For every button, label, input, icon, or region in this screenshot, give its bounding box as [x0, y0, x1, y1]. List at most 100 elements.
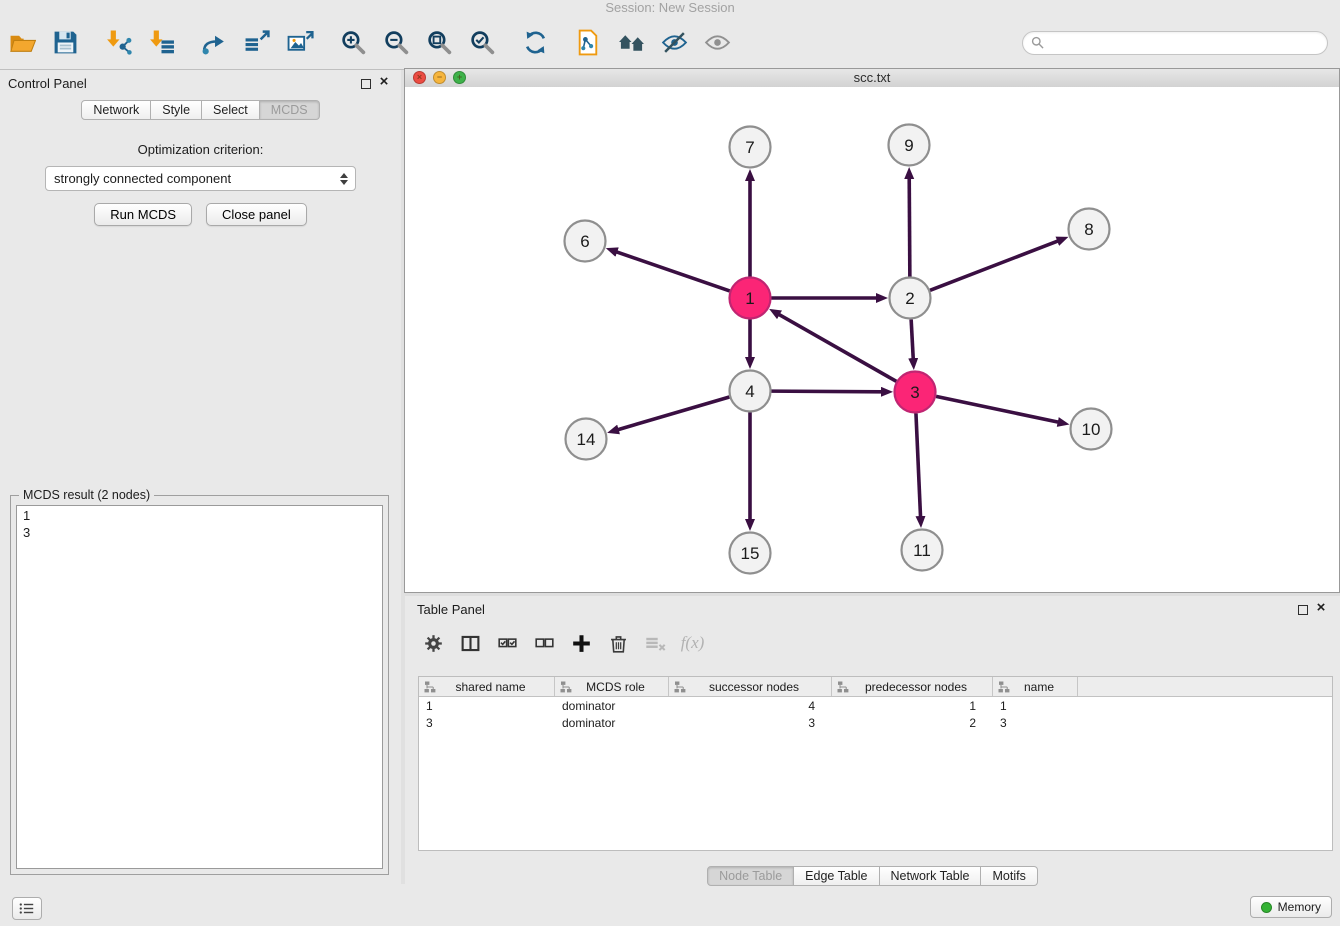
- mcds-result-item[interactable]: 3: [23, 524, 376, 541]
- search-box[interactable]: [1022, 31, 1328, 55]
- table-panel-tabs: Node TableEdge TableNetwork TableMotifs: [405, 866, 1340, 886]
- function-builder-button[interactable]: f(x): [680, 628, 705, 658]
- show-columns-button[interactable]: [458, 628, 483, 658]
- graph-node-6[interactable]: 6: [565, 221, 606, 262]
- graph-edge-2-3[interactable]: [911, 319, 913, 358]
- deselect-all-columns-button[interactable]: [532, 628, 557, 658]
- graph-edge-2-8[interactable]: [930, 241, 1058, 290]
- select-all-columns-button[interactable]: [495, 628, 520, 658]
- tab-style[interactable]: Style: [151, 100, 202, 120]
- save-session-button[interactable]: [47, 21, 84, 65]
- memory-button[interactable]: Memory: [1250, 896, 1332, 918]
- delete-column-button[interactable]: [606, 628, 631, 658]
- search-input[interactable]: [1049, 35, 1319, 51]
- show-view-button[interactable]: [699, 21, 736, 65]
- graph-node-1[interactable]: 1: [730, 278, 771, 319]
- home-view-button[interactable]: [613, 21, 650, 65]
- plus-icon: [571, 633, 592, 654]
- zoom-in-icon: [340, 29, 367, 56]
- graph-edge-4-14[interactable]: [618, 397, 729, 430]
- network-canvas-svg: 7 9 6 8 1 2 4 3 14 10 15 11: [405, 87, 1338, 592]
- open-session-button[interactable]: [4, 21, 41, 65]
- network-window: ×−+ scc.txt 7 9 6 8 1 2 4 3 14 10 15 11: [404, 68, 1340, 593]
- gear-icon: [423, 633, 444, 654]
- graph-node-15[interactable]: 15: [730, 533, 771, 574]
- control-panel-title: Control Panel: [8, 76, 87, 91]
- control-panel-close-button[interactable]: ×: [377, 74, 391, 88]
- graph-node-11[interactable]: 11: [902, 530, 943, 571]
- column-header-predecessor-nodes[interactable]: predecessor nodes: [832, 677, 993, 696]
- network-window-titlebar[interactable]: ×−+ scc.txt: [405, 69, 1339, 88]
- graph-node-4[interactable]: 4: [730, 371, 771, 412]
- column-header-shared-name[interactable]: shared name: [419, 677, 555, 696]
- table-toolbar: f(x): [405, 624, 1340, 662]
- graph-edge-3-10[interactable]: [936, 396, 1058, 422]
- tab-network-table[interactable]: Network Table: [880, 866, 982, 886]
- memory-icon: [1261, 902, 1272, 913]
- network-document-icon: [575, 29, 602, 56]
- graph-node-10[interactable]: 10: [1071, 409, 1112, 450]
- mcds-result-item[interactable]: 1: [23, 507, 376, 524]
- graph-node-2[interactable]: 2: [890, 278, 931, 319]
- graph-edge-2-9[interactable]: [909, 178, 910, 276]
- table-panel-float-button[interactable]: [1296, 603, 1310, 617]
- export-image-button[interactable]: [282, 21, 319, 65]
- network-canvas[interactable]: 7 9 6 8 1 2 4 3 14 10 15 11: [405, 87, 1339, 592]
- tab-network[interactable]: Network: [81, 100, 151, 120]
- column-header-mcds-role[interactable]: MCDS role: [555, 677, 669, 696]
- column-header-name[interactable]: name: [993, 677, 1078, 696]
- graph-node-9[interactable]: 9: [889, 125, 930, 166]
- import-table-button[interactable]: [143, 21, 180, 65]
- refresh-icon: [522, 29, 549, 56]
- tab-mcds[interactable]: MCDS: [260, 100, 320, 120]
- zoom-selected-button[interactable]: [464, 21, 501, 65]
- run-mcds-button[interactable]: Run MCDS: [94, 203, 192, 226]
- graph-edge-1-6[interactable]: [617, 252, 730, 291]
- column-header-successor-nodes[interactable]: successor nodes: [669, 677, 832, 696]
- graph-edge-3-11[interactable]: [916, 413, 921, 516]
- criterion-select[interactable]: strongly connected component: [45, 166, 356, 191]
- graph-node-3[interactable]: 3: [895, 372, 936, 413]
- graph-node-14[interactable]: 14: [566, 419, 607, 460]
- svg-text:1: 1: [745, 289, 754, 308]
- table-row[interactable]: 1dominator411: [419, 697, 1332, 714]
- zoom-out-button[interactable]: [378, 21, 415, 65]
- mcds-result-group: MCDS result (2 nodes) 13: [10, 495, 389, 875]
- tab-select[interactable]: Select: [202, 100, 260, 120]
- export-network-button[interactable]: [196, 21, 233, 65]
- graph-node-7[interactable]: 7: [730, 127, 771, 168]
- table-settings-button[interactable]: [421, 628, 446, 658]
- search-icon: [1031, 36, 1044, 49]
- column-header-label: name: [1012, 680, 1074, 694]
- tab-node-table[interactable]: Node Table: [707, 866, 794, 886]
- graph-node-8[interactable]: 8: [1069, 209, 1110, 250]
- window-titlebar[interactable]: Session: New Session: [0, 0, 1340, 16]
- close-window-button[interactable]: ×: [413, 71, 426, 84]
- close-mcds-panel-button[interactable]: Close panel: [206, 203, 307, 226]
- import-network-button[interactable]: [100, 21, 137, 65]
- delete-table-button[interactable]: [643, 628, 668, 658]
- network-overview-button[interactable]: [570, 21, 607, 65]
- tab-edge-table[interactable]: Edge Table: [794, 866, 879, 886]
- minimize-window-button[interactable]: −: [433, 71, 446, 84]
- tab-motifs[interactable]: Motifs: [981, 866, 1037, 886]
- mcds-buttons-row: Run MCDS Close panel: [0, 203, 401, 226]
- control-panel-float-button[interactable]: [359, 77, 373, 91]
- graph-edge-4-3[interactable]: [771, 391, 881, 392]
- show-panels-button[interactable]: [12, 897, 42, 920]
- export-table-button[interactable]: [239, 21, 276, 65]
- column-header-label: shared name: [438, 680, 551, 694]
- create-column-button[interactable]: [569, 628, 594, 658]
- import-table-icon: [148, 29, 175, 56]
- import-network-icon: [105, 29, 132, 56]
- toggle-details-button[interactable]: [656, 21, 693, 65]
- edges-layer: [617, 178, 1059, 519]
- table-panel-close-button[interactable]: ×: [1314, 600, 1328, 614]
- mcds-result-list[interactable]: 13: [16, 505, 383, 869]
- zoom-fit-button[interactable]: [421, 21, 458, 65]
- zoom-window-button[interactable]: +: [453, 71, 466, 84]
- graph-edge-3-1[interactable]: [779, 315, 896, 382]
- table-row[interactable]: 3dominator323: [419, 714, 1332, 731]
- zoom-in-button[interactable]: [335, 21, 372, 65]
- refresh-view-button[interactable]: [517, 21, 554, 65]
